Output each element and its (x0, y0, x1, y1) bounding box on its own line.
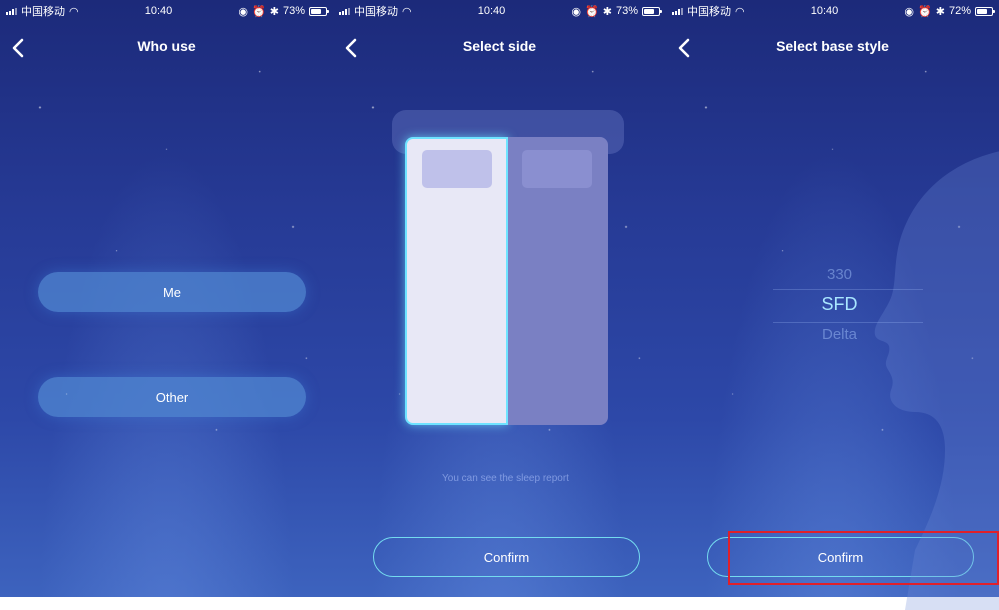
confirm-button[interactable]: Confirm (373, 537, 640, 577)
pillow-right (522, 150, 592, 188)
nav-bar: Select side (333, 26, 666, 66)
battery-fill (976, 8, 987, 14)
battery-icon (641, 6, 662, 16)
clock: 10:40 (144, 5, 173, 17)
signal-icon (672, 7, 683, 15)
screen-who-use: 中国移动 ◠ 10:40 ◉ ⏰ ✱ 73% Who use Me Other (0, 0, 333, 597)
status-bar: 中国移动 ◠ 10:40 ◉ ⏰ ✱ 73% (0, 0, 333, 22)
battery-icon (974, 6, 995, 16)
option-me-button[interactable]: Me (38, 272, 306, 312)
wifi-icon: ◠ (69, 5, 79, 18)
battery-percent: 72% (948, 5, 971, 17)
sleep-report-hint: You can see the sleep report (442, 473, 569, 484)
page-title: Select base style (776, 38, 889, 54)
battery-icon (308, 6, 329, 16)
picker-divider-bottom (773, 322, 923, 323)
picker-item-selected[interactable]: SFD (673, 294, 999, 315)
signal-icon (339, 7, 350, 15)
carrier-label: 中国移动 (21, 6, 65, 18)
page-title: Who use (137, 38, 196, 54)
nav-bar: Select base style (666, 26, 999, 66)
bluetooth-icon: ✱ (602, 5, 612, 18)
location-icon: ◉ (238, 5, 249, 18)
page-title: Select side (462, 38, 537, 54)
nav-bar: Who use (0, 26, 333, 66)
option-other-button[interactable]: Other (38, 377, 306, 417)
picker-item[interactable]: 330 (673, 266, 999, 283)
status-bar: 中国移动 ◠ 10:40 ◉ ⏰ ✱ 73% (333, 0, 666, 22)
picker-item[interactable]: Delta (673, 326, 999, 343)
clock: 10:40 (810, 5, 839, 17)
bluetooth-icon: ✱ (935, 5, 945, 18)
picker-divider-top (773, 289, 923, 290)
bluetooth-icon: ✱ (269, 5, 279, 18)
clock: 10:40 (477, 5, 506, 17)
battery-fill (643, 8, 654, 14)
battery-percent: 73% (282, 5, 305, 17)
carrier-label: 中国移动 (687, 6, 731, 18)
wifi-icon: ◠ (735, 5, 745, 18)
alarm-icon: ⏰ (585, 5, 599, 18)
carrier-label: 中国移动 (354, 6, 398, 18)
pillow-left (422, 150, 492, 188)
status-bar: 中国移动 ◠ 10:40 ◉ ⏰ ✱ 72% (666, 0, 999, 22)
battery-percent: 73% (615, 5, 638, 17)
location-icon: ◉ (904, 5, 915, 18)
alarm-icon: ⏰ (252, 5, 266, 18)
signal-icon (6, 7, 17, 15)
alarm-icon: ⏰ (918, 5, 932, 18)
wifi-icon: ◠ (402, 5, 412, 18)
battery-fill (310, 8, 321, 14)
head-silhouette-illustration (874, 151, 999, 610)
location-icon: ◉ (571, 5, 582, 18)
